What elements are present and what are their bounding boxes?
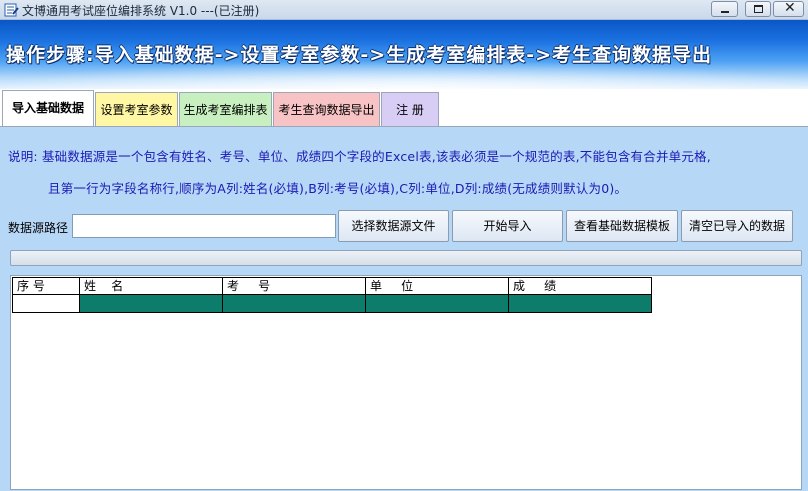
- minimize-icon: [721, 11, 729, 13]
- title-bar: 文博通用考试座位编排系统 V1.0 ---(已注册) ✕: [0, 0, 808, 20]
- window-title: 文博通用考试座位编排系统 V1.0 ---(已注册): [22, 4, 260, 18]
- column-header-score[interactable]: 成 绩: [509, 277, 652, 295]
- instruction-line-1: 说明: 基础数据源是一个包含有姓名、考号、单位、成绩四个字段的Excel表,该表…: [8, 149, 711, 164]
- source-path-input[interactable]: [72, 214, 336, 238]
- app-icon: [4, 3, 19, 17]
- column-header-unit[interactable]: 单 位: [366, 277, 509, 295]
- row-index-cell[interactable]: [12, 295, 80, 313]
- clear-imported-data-button[interactable]: 清空已导入的数据: [681, 210, 793, 242]
- source-path-label: 数据源路径: [8, 221, 69, 235]
- banner-text: 操作步骤:导入基础数据->设置考室参数->生成考室编排表->考生查询数据导出: [6, 44, 713, 66]
- import-progress-bar: [10, 250, 802, 266]
- row-exam-number-cell[interactable]: [223, 295, 366, 313]
- steps-banner: 操作步骤:导入基础数据->设置考室参数->生成考室编排表->考生查询数据导出: [0, 20, 808, 89]
- data-grid[interactable]: 序 号 姓 名 考 号 单 位 成 绩: [10, 275, 802, 490]
- select-source-file-button[interactable]: 选择数据源文件: [338, 210, 449, 242]
- tab-query-export[interactable]: 考生查询数据导出: [273, 92, 380, 126]
- maximize-icon: [754, 5, 763, 13]
- tab-strip: 导入基础数据 设置考室参数 生成考室编排表 考生查询数据导出 注 册: [0, 90, 808, 126]
- maximize-button[interactable]: [745, 1, 771, 17]
- import-panel: 说明: 基础数据源是一个包含有姓名、考号、单位、成绩四个字段的Excel表,该表…: [0, 126, 808, 491]
- row-score-cell[interactable]: [509, 295, 652, 313]
- tab-generate-arrangement[interactable]: 生成考室编排表: [179, 92, 272, 126]
- minimize-button[interactable]: [711, 1, 738, 17]
- tab-import-data[interactable]: 导入基础数据: [2, 90, 94, 126]
- start-import-button[interactable]: 开始导入: [452, 210, 563, 242]
- table-row[interactable]: [12, 295, 652, 313]
- column-header-index[interactable]: 序 号: [12, 277, 80, 295]
- row-unit-cell[interactable]: [366, 295, 509, 313]
- row-name-cell[interactable]: [80, 295, 223, 313]
- tab-room-settings[interactable]: 设置考室参数: [95, 92, 178, 126]
- view-template-button[interactable]: 查看基础数据模板: [566, 210, 678, 242]
- column-header-name[interactable]: 姓 名: [80, 277, 223, 295]
- column-header-exam-number[interactable]: 考 号: [223, 277, 366, 295]
- close-button[interactable]: ✕: [773, 0, 804, 17]
- instruction-line-2: 且第一行为字段名称行,顺序为A列:姓名(必填),B列:考号(必填),C列:单位,…: [48, 181, 628, 196]
- close-icon: ✕: [784, 0, 796, 16]
- tab-register[interactable]: 注 册: [381, 92, 439, 126]
- grid-header: 序 号 姓 名 考 号 单 位 成 绩: [12, 277, 652, 295]
